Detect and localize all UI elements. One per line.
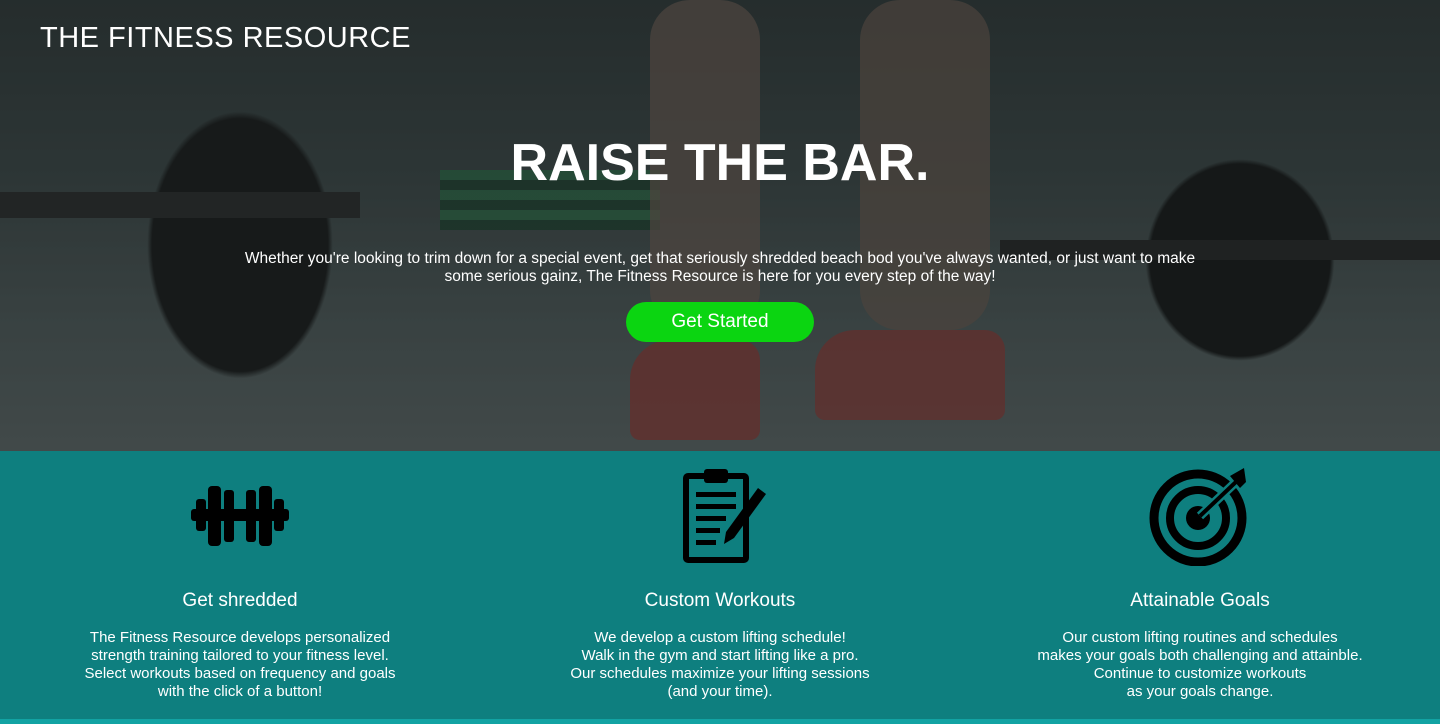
feature-title: Custom Workouts [644, 590, 796, 611]
feature-custom-workouts: Custom Workouts We develop a custom lift… [480, 451, 960, 719]
feature-description-line: Continue to customize workouts [1093, 665, 1307, 682]
feature-title: Attainable Goals [1130, 590, 1270, 611]
brand-title[interactable]: THE FITNESS RESOURCE [40, 22, 411, 55]
feature-description-line: strength training tailored to your fitne… [91, 647, 389, 664]
feature-description-line: (and your time). [667, 683, 773, 700]
feature-description-line: makes your goals both challenging and at… [1037, 647, 1363, 664]
feature-description-line: The Fitness Resource develops personaliz… [89, 629, 391, 646]
feature-description-line: Our schedules maximize your lifting sess… [570, 665, 870, 682]
features-section: Get shredded The Fitness Resource develo… [0, 451, 1440, 719]
feature-description-line: Walk in the gym and start lifting like a… [581, 647, 859, 664]
hero-headline: RAISE THE BAR. [510, 134, 930, 192]
target-icon [960, 466, 1440, 566]
feature-title: Get shredded [182, 590, 298, 611]
feature-description: Our custom lifting routines and schedule… [1000, 629, 1400, 701]
dumbbell-icon [0, 466, 480, 566]
hero-lead: Whether you're looking to trim down for … [160, 250, 1280, 286]
feature-description-line: Our custom lifting routines and schedule… [1062, 629, 1338, 646]
feature-description-line: Select workouts based on frequency and g… [84, 665, 396, 682]
clipboard-pen-icon [480, 466, 960, 566]
hero-lead-line: some serious gainz, The Fitness Resource… [444, 268, 996, 285]
feature-description: We develop a custom lifting schedule! Wa… [520, 629, 920, 701]
get-started-button[interactable]: Get Started [626, 302, 814, 342]
feature-description-line: We develop a custom lifting schedule! [594, 629, 846, 646]
hero-lead-line: Whether you're looking to trim down for … [244, 250, 1196, 267]
hero-overlay [0, 0, 1440, 451]
feature-attainable-goals: Attainable Goals Our custom lifting rout… [960, 451, 1440, 719]
feature-description-line: with the click of a button! [157, 683, 323, 700]
feature-description: The Fitness Resource develops personaliz… [40, 629, 440, 701]
feature-description-line: as your goals change. [1126, 683, 1274, 700]
feature-get-shredded: Get shredded The Fitness Resource develo… [0, 451, 480, 719]
section-divider [0, 719, 1440, 724]
hero-section: THE FITNESS RESOURCE RAISE THE BAR. Whet… [0, 0, 1440, 451]
